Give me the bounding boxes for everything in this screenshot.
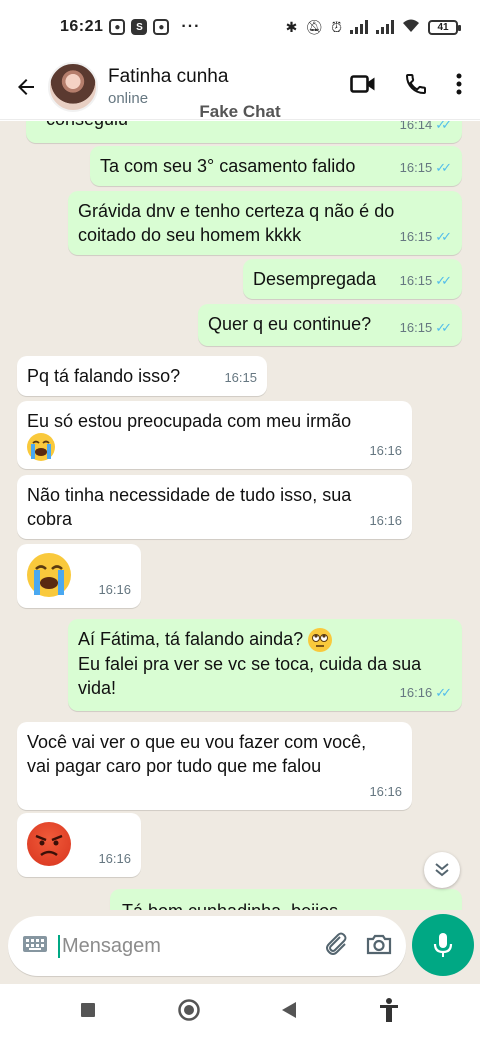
message-text: Pq tá falando isso? — [27, 366, 181, 386]
message-time: 16:16 — [369, 443, 402, 458]
message-time: 16:15 — [399, 273, 433, 288]
more-notifications-icon: ··· — [181, 18, 201, 35]
mute-icon: 🔕︎ — [305, 18, 324, 35]
loudly-crying-face-emoji — [27, 433, 55, 461]
message-time: 16:16 — [98, 582, 131, 597]
status-bar: 16:21 ● S ● ··· ✱ 🔕︎ ⏰︎ 41 — [0, 0, 480, 54]
message-time: 16:15 — [399, 229, 433, 244]
notification-app-icon: ● — [109, 19, 126, 35]
read-receipt-icon: ✓✓ — [435, 121, 452, 132]
message-text: Não tinha necessidade de tudo isso, sua … — [27, 485, 352, 529]
message-time: 16:14 — [399, 121, 433, 132]
double-chevron-down-icon[interactable] — [424, 852, 460, 888]
notification-app-icon-2: ● — [153, 19, 170, 35]
message-time: 16:16 — [399, 685, 433, 700]
microphone-icon[interactable] — [412, 914, 474, 976]
message-input[interactable] — [58, 934, 298, 958]
message-bubble-outgoing[interactable]: Quer q eu continue? 16:15 ✓✓ — [198, 304, 462, 346]
message-bubble-outgoing[interactable]: Aí Fátima, tá falando ainda? Eu falei pr… — [68, 619, 462, 711]
read-receipt-icon: ✓✓ — [435, 320, 452, 335]
camera-icon[interactable] — [366, 933, 392, 960]
contact-name: Fatinha cunha — [108, 66, 229, 87]
status-time: 16:21 — [60, 18, 104, 35]
message-input-container — [8, 916, 406, 976]
message-bubble-incoming[interactable]: 16:16 — [17, 544, 141, 608]
message-text: Quer q eu continue? — [208, 314, 372, 334]
message-composer — [0, 910, 480, 984]
message-time: 16:15 — [224, 370, 257, 385]
loudly-crying-face-emoji — [27, 553, 71, 597]
signal-icon — [350, 20, 368, 34]
watermark: Fake Chat — [199, 102, 281, 121]
battery-icon: 41 — [428, 19, 461, 35]
message-text: Tá bom cunhadinha, beijos — [122, 901, 338, 910]
message-time: 16:15 — [399, 320, 433, 335]
video-camera-icon[interactable] — [350, 74, 376, 99]
notification-s-icon: S — [131, 19, 148, 35]
read-receipt-icon: ✓✓ — [435, 229, 452, 244]
phone-icon[interactable] — [404, 72, 428, 101]
message-time: 16:16 — [369, 784, 402, 799]
message-text: Eu só estou preocupada com meu irmão — [27, 411, 352, 431]
read-receipt-icon: ✓✓ — [435, 685, 452, 700]
message-bubble-incoming[interactable]: Você vai ver o que eu vou fazer com você… — [17, 722, 412, 810]
triangle-back-icon[interactable] — [281, 1001, 297, 1024]
bluetooth-icon: ✱ — [285, 18, 298, 35]
wifi-icon — [402, 19, 420, 36]
signal-icon-2 — [376, 20, 394, 34]
message-bubble-outgoing[interactable]: Ta com seu 3° casamento falido 16:15 ✓✓ — [90, 146, 462, 186]
message-time: 16:16 — [369, 513, 402, 528]
message-text: Aí Fátima, tá falando ainda? — [78, 629, 304, 649]
contact-info[interactable]: Fatinha cunha online — [108, 66, 228, 107]
message-bubble-outgoing[interactable]: Tá bom cunhadinha, beijos — [110, 889, 462, 910]
message-text: conseguiu — [46, 121, 128, 129]
message-time: 16:15 — [399, 160, 433, 175]
message-text: Você vai ver o que eu vou fazer com você… — [27, 732, 367, 776]
read-receipt-icon: ✓✓ — [435, 160, 452, 175]
message-text: Ta com seu 3° casamento falido — [100, 156, 356, 176]
message-bubble-incoming[interactable]: Pq tá falando isso? 16:15 — [17, 356, 267, 396]
face-with-rolling-eyes-emoji — [308, 628, 333, 653]
message-list[interactable]: conseguiu 16:14✓✓ Ta com seu 3° casament… — [0, 121, 480, 910]
circle-icon[interactable] — [177, 998, 201, 1027]
alarm-icon: ⏰︎ — [331, 18, 342, 35]
message-bubble-outgoing[interactable]: Desempregada 16:15 ✓✓ — [243, 259, 462, 299]
message-text: Grávida dnv e tenho certeza q não é do c… — [78, 201, 395, 245]
system-navigation-bar — [0, 984, 480, 1040]
keyboard-icon[interactable] — [22, 935, 48, 958]
accessibility-icon[interactable] — [378, 997, 400, 1028]
message-time: 16:16 — [98, 851, 131, 866]
message-bubble-incoming[interactable]: 16:16 — [17, 813, 141, 877]
message-bubble-incoming[interactable]: Não tinha necessidade de tudo isso, sua … — [17, 475, 412, 539]
paperclip-icon[interactable] — [324, 931, 348, 962]
message-bubble-incoming[interactable]: Eu só estou preocupada com meu irmão 16:… — [17, 401, 412, 469]
message-text: Eu falei pra ver se vc se toca, cuida da… — [78, 654, 422, 699]
pouting-face-emoji — [27, 822, 71, 866]
read-receipt-icon: ✓✓ — [435, 273, 452, 288]
more-vertical-icon[interactable] — [456, 73, 462, 100]
message-bubble-outgoing[interactable]: conseguiu 16:14✓✓ — [26, 121, 462, 143]
square-icon[interactable] — [80, 1002, 96, 1023]
message-bubble-outgoing[interactable]: Grávida dnv e tenho certeza q não é do c… — [68, 191, 462, 255]
message-text: Desempregada — [253, 269, 377, 289]
